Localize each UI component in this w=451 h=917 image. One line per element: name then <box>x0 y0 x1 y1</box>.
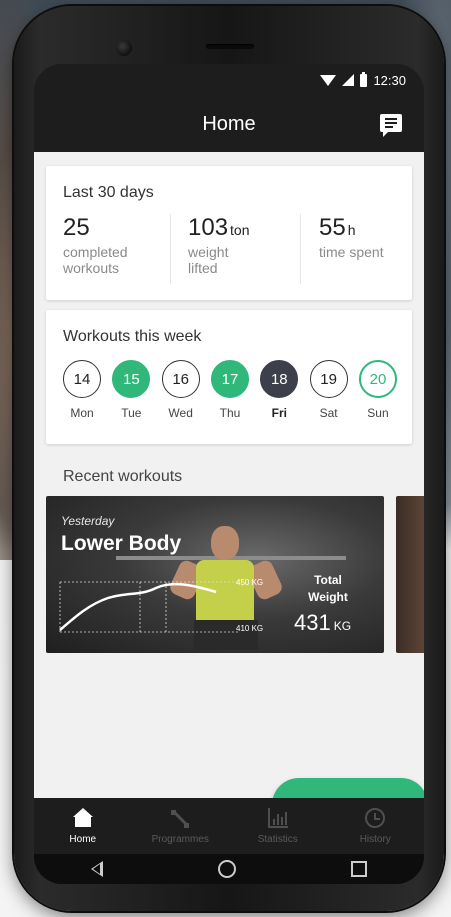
stat-label: time spent <box>319 244 384 260</box>
nav-label: Home <box>69 833 97 845</box>
history-icon <box>365 807 386 828</box>
front-camera <box>116 40 132 56</box>
day-thu[interactable]: 17 Thu <box>210 360 250 420</box>
bar-chart-icon <box>267 807 288 828</box>
day-name: Thu <box>219 406 241 420</box>
day-number: 16 <box>161 360 200 398</box>
recent-apps-icon[interactable] <box>350 861 367 877</box>
app-bar: Home <box>34 96 424 152</box>
chart-high-label: 450 KG <box>236 578 264 587</box>
wifi-icon <box>320 74 337 86</box>
stat-workouts: 25 completed workouts <box>63 214 153 276</box>
week-days: 14 Mon 15 Tue 16 Wed 17 Thu 18 Fri 19 Sa… <box>62 360 398 420</box>
nav-statistics[interactable]: Statistics <box>233 807 323 845</box>
home-circle-icon[interactable] <box>217 860 236 878</box>
battery-icon <box>360 71 368 87</box>
stat-divider <box>300 214 301 284</box>
day-number: 18 <box>260 360 299 398</box>
nav-label: Statistics <box>257 833 298 845</box>
day-number: 17 <box>210 360 249 398</box>
system-nav <box>34 854 424 884</box>
stat-label: completed workouts <box>63 244 128 276</box>
summary-card: Last 30 days 25 completed workouts 103 to… <box>46 166 412 300</box>
nav-home[interactable]: Home <box>38 807 128 845</box>
earpiece-speaker <box>206 44 254 49</box>
summary-title: Last 30 days <box>63 184 154 201</box>
stat-value: 55 <box>319 214 346 241</box>
day-number: 19 <box>309 360 348 398</box>
total-weight-value: 431 KG <box>294 610 351 636</box>
status-time: 12:30 <box>373 72 406 88</box>
week-card: Workouts this week 14 Mon 15 Tue 16 Wed <box>46 310 412 444</box>
total-weight-label: Total Weight <box>308 573 348 604</box>
total-weight-number: 431 <box>294 610 331 635</box>
day-sat[interactable]: 19 Sat <box>309 360 349 420</box>
workout-date: Yesterday <box>61 514 115 528</box>
chart-low-label: 410 KG <box>236 624 264 633</box>
day-mon[interactable]: 14 Mon <box>62 360 102 420</box>
back-icon[interactable] <box>91 861 104 877</box>
day-fri[interactable]: 18 Fri <box>259 360 299 420</box>
weight-trend-chart <box>59 581 238 633</box>
day-name: Wed <box>168 406 193 420</box>
nav-programmes[interactable]: Programmes <box>135 808 225 845</box>
athlete-image <box>211 526 239 560</box>
day-number: 14 <box>63 360 101 398</box>
nav-label: Programmes <box>151 833 209 845</box>
nav-label: History <box>359 833 391 845</box>
stat-unit: ton <box>230 222 250 238</box>
stat-value: 103 <box>188 214 229 241</box>
day-number: 15 <box>112 360 151 398</box>
signal-icon <box>342 74 355 86</box>
home-icon <box>72 807 93 828</box>
day-tue[interactable]: 15 Tue <box>111 360 151 420</box>
total-weight-unit: KG <box>333 619 352 633</box>
stat-weight: 103 ton weight lifted <box>188 214 250 276</box>
week-title: Workouts this week <box>63 328 202 345</box>
day-name: Fri <box>271 406 287 420</box>
day-name: Sat <box>319 406 338 420</box>
chat-icon[interactable] <box>380 114 402 137</box>
phone-frame: 12:30 Home Last 30 days 25 completed wor… <box>14 6 444 911</box>
day-name: Mon <box>70 406 94 420</box>
stat-value: 25 <box>63 214 90 241</box>
nav-history[interactable]: History <box>330 807 420 845</box>
dumbbell-icon <box>170 808 190 828</box>
stat-divider <box>170 214 171 284</box>
day-name: Tue <box>121 406 142 420</box>
page-title: Home <box>202 112 256 135</box>
workout-card-next[interactable] <box>396 496 424 653</box>
workout-name: Lower Body <box>61 532 182 555</box>
bottom-nav: Home Programmes Statistics History <box>34 798 424 854</box>
day-number: 20 <box>358 360 397 398</box>
day-name: Sun <box>367 406 389 420</box>
recent-workouts-title: Recent workouts <box>63 468 183 485</box>
main-content: Last 30 days 25 completed workouts 103 to… <box>34 152 424 798</box>
day-wed[interactable]: 16 Wed <box>161 360 201 420</box>
stat-unit: h <box>347 222 356 238</box>
day-sun[interactable]: 20 Sun <box>358 360 398 420</box>
stat-time: 55 h time spent <box>319 214 409 260</box>
status-bar: 12:30 <box>34 64 424 96</box>
quick-start-button[interactable]: QUICK START <box>272 778 424 798</box>
stat-label: weight lifted <box>188 244 229 276</box>
screen: 12:30 Home Last 30 days 25 completed wor… <box>34 64 424 884</box>
workout-card[interactable]: Yesterday Lower Body 450 KG 410 KG Total… <box>46 496 384 653</box>
